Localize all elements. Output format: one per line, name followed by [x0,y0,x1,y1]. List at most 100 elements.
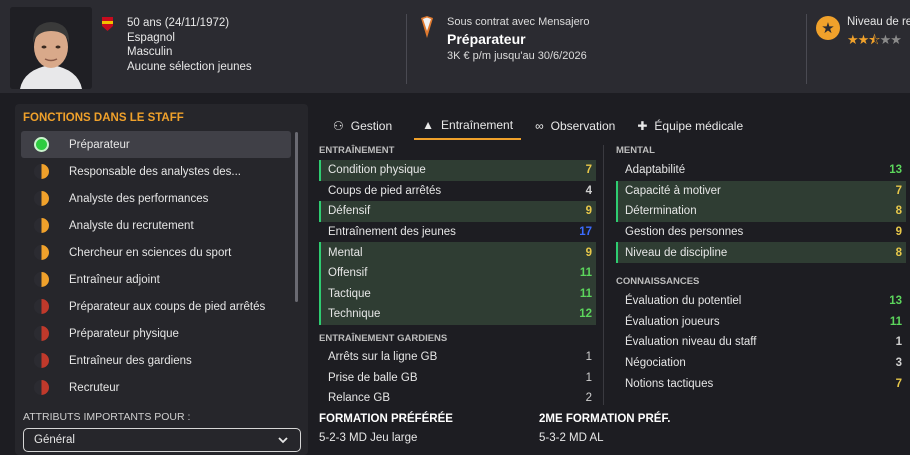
chevron-down-icon [278,436,288,443]
attribute-label: Notions tactiques [625,377,714,390]
attribute-label: Prise de balle GB [328,371,418,384]
role-item[interactable]: Recruteur [21,374,291,401]
contract-terms: 3K € p/m jusqu'au 30/6/2026 [447,50,587,62]
role-item[interactable]: Entraîneur des gardiens [21,347,291,374]
section-training-title: ENTRAÎNEMENT [319,145,395,156]
role-label: Entraîneur des gardiens [69,354,192,367]
club-crest-icon [421,16,433,38]
role-item[interactable]: Analyste du recrutement [21,212,291,239]
attribute-label: Niveau de discipline [625,246,728,259]
attribute-label: Évaluation niveau du staff [625,336,757,349]
youth-selection: Aucune sélection jeunes [127,60,252,73]
attribute-value: 17 [579,226,592,239]
binoculars-icon: ∞ [535,119,544,133]
attributes-label: ATTRIBUTS IMPORTANTS POUR : [23,411,191,423]
attribute-label: Arrêts sur la ligne GB [328,351,438,364]
role-label: Analyste des performances [69,192,209,205]
attribute-row: Évaluation niveau du staff 1 [616,332,906,353]
divider [806,14,807,84]
medkit-icon: ✚ [637,119,648,133]
role-level-icon [34,245,49,260]
tab-observation[interactable]: ∞ Observation [527,112,623,140]
attribute-row: Capacité à motiver 7 [616,180,906,202]
tab-label: Gestion [350,119,393,133]
role-level-icon [34,218,49,233]
people-icon: ⚇ [333,119,344,133]
attribute-row: Tactique 11 [319,283,596,305]
attribute-value: 8 [895,246,902,259]
tab-label: Observation [550,119,616,133]
attribute-label: Adaptabilité [625,164,686,177]
attribute-value: 11 [579,287,592,300]
attribute-label: Détermination [625,205,697,218]
section-gk-title: ENTRAÎNEMENT GARDIENS [319,333,448,344]
attribute-value: 8 [895,205,902,218]
tab-gestion[interactable]: ⚇ Gestion [325,112,400,140]
attribute-label: Technique [328,308,381,321]
attribute-value: 9 [585,205,592,218]
role-label: Préparateur aux coups de pied arrêtés [69,300,266,313]
staff-functions-panel: FONCTIONS DANS LE STAFF Préparateur Respo… [15,104,308,455]
role-level-icon [34,164,49,179]
role-item[interactable]: Préparateur aux coups de pied arrêtés [21,293,291,320]
role-item[interactable]: Analyste des performances [21,185,291,212]
attribute-value: 3 [895,357,902,370]
attribute-row: Technique 12 [319,304,596,325]
attribute-label: Évaluation joueurs [625,315,720,328]
attribute-label: Tactique [328,287,371,300]
attribute-row: Relance GB 2 [319,388,596,409]
attribute-label: Évaluation du potentiel [625,295,742,308]
attribute-row: Arrêts sur la ligne GB 1 [319,347,596,368]
tab-medical[interactable]: ✚ Équipe médicale [629,112,751,140]
role-label: Responsable des analystes des... [69,165,241,178]
attribute-value: 12 [579,308,592,321]
role-level-icon [34,326,49,341]
tab-label: Équipe médicale [654,119,744,133]
preferred-formation-value: 5-2-3 MD Jeu large [319,432,418,444]
star-icon: ★ [816,16,840,40]
nationality: Espagnol [127,31,175,44]
role-label: Analyste du recrutement [69,219,194,232]
attribute-value: 11 [889,315,902,328]
gender: Masculin [127,46,173,58]
attribute-value: 1 [585,371,592,384]
attribute-row: Condition physique 7 [319,160,596,181]
role-level-icon [34,299,49,314]
gk-attributes: Arrêts sur la ligne GB 1 Prise de balle GB… [319,347,596,409]
attribute-value: 7 [585,164,592,177]
role-level-icon [34,272,49,287]
profile-header: 50 ans (24/11/1972) Espagnol Masculin Au… [0,0,910,93]
role-item[interactable]: Préparateur [21,131,291,158]
role-label: Préparateur physique [69,327,179,340]
attribute-row: Négociation 3 [616,353,906,374]
staff-photo [10,7,92,89]
attribute-label: Condition physique [328,164,426,177]
attribute-row: Évaluation joueurs 11 [616,312,906,333]
attribute-row: Défensif 9 [319,201,596,222]
role-item[interactable]: Responsable des analystes des... [21,158,291,185]
contract-info: Sous contrat avec Mensajero Préparateur … [447,16,589,62]
cone-icon: ▲ [422,118,435,132]
attribute-row: Évaluation du potentiel 13 [616,291,906,312]
role-item[interactable]: Préparateur physique [21,320,291,347]
role-item[interactable]: Chercheur en sciences du sport [21,239,291,266]
attributes-select[interactable]: Général [23,428,301,452]
tab-entrainement[interactable]: ▲ Entraînement [414,112,522,140]
attribute-value: 13 [889,295,902,308]
attribute-value: 11 [579,267,592,280]
role-label: Entraîneur adjoint [69,273,160,286]
attribute-value: 2 [585,392,592,405]
roles-list: Préparateur Responsable des analystes des… [21,131,291,401]
attribute-label: Coups de pied arrêtés [328,184,442,197]
reputation-stars-empty: ★★ [879,32,902,47]
role-level-icon [34,353,49,368]
panel-title: FONCTIONS DANS LE STAFF [23,112,184,124]
tab-bar: ⚇ Gestion ▲ Entraînement ∞ Observation ✚ Équ… [325,112,751,140]
attribute-value: 13 [889,164,902,177]
scrollbar[interactable] [295,132,298,302]
reputation-stars-filled: ★★⯪ [847,32,881,47]
attribute-row: Gestion des personnes 9 [616,222,906,243]
reputation-stars: ★★⯪★★ [847,31,902,53]
attribute-value: 1 [895,336,902,349]
role-item[interactable]: Entraîneur adjoint [21,266,291,293]
